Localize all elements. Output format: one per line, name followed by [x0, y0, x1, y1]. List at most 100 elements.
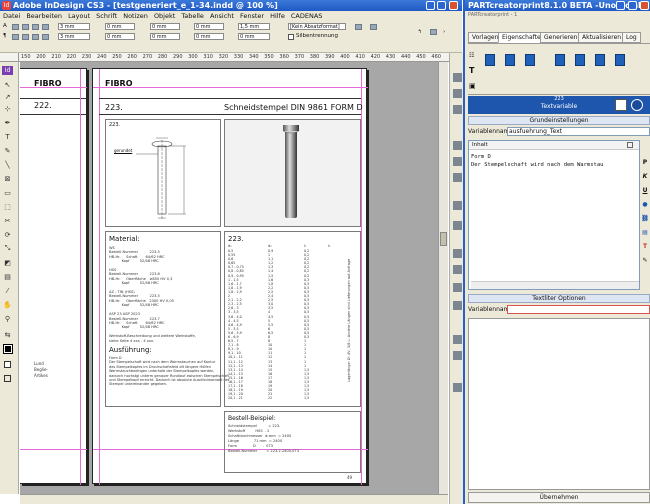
product-photo-frame[interactable]: [224, 119, 361, 227]
template-icon-6[interactable]: [595, 54, 605, 66]
x-field[interactable]: 3 mm: [58, 23, 90, 30]
tab-log[interactable]: Log: [622, 32, 641, 43]
p-format-icon[interactable]: P: [641, 158, 649, 166]
main-title-bar[interactable]: Adobe InDesign CS3 - [testgeneriert_e_1-…: [0, 0, 462, 11]
menu-objekt[interactable]: Objekt: [151, 12, 178, 20]
note-tool-icon[interactable]: ▤: [2, 272, 13, 281]
partcreator-minimize-icon[interactable]: [616, 1, 625, 10]
stroke-field[interactable]: 1,5 mm: [238, 23, 270, 30]
horizontal-ruler[interactable]: 150 200 210 220 230 240 250 260 270 280 290 300 310 3…: [19, 53, 449, 62]
justify-all-icon[interactable]: [32, 34, 39, 40]
text-options-header[interactable]: Textliter Optionen: [468, 294, 650, 303]
pages-panel-icon[interactable]: [453, 73, 462, 82]
text-wrap-panel-icon[interactable]: [453, 283, 462, 292]
space-after-field[interactable]: 0 mm: [194, 23, 224, 30]
line-tool-icon[interactable]: ╲: [2, 160, 13, 169]
text-tool-icon[interactable]: ☷: [469, 52, 474, 59]
ctl-a-icon[interactable]: A: [3, 23, 7, 29]
scroll-thumb[interactable]: [440, 232, 447, 246]
expand-icon[interactable]: [627, 142, 633, 148]
varname-input[interactable]: ausfuehrung_Text: [507, 127, 650, 136]
scripts-panel-icon[interactable]: [453, 383, 462, 392]
y-field[interactable]: 3 mm: [58, 33, 90, 40]
links-panel-icon[interactable]: [453, 89, 462, 98]
justify-left-icon[interactable]: [12, 34, 19, 40]
info-icon[interactable]: ●: [641, 200, 649, 208]
table-icon[interactable]: [615, 99, 627, 111]
swatches-panel-icon[interactable]: [453, 173, 462, 182]
apply-color-icon[interactable]: [2, 360, 13, 369]
space-field[interactable]: 0 mm: [150, 33, 180, 40]
pen-tool-icon[interactable]: ✒: [2, 118, 13, 127]
page-tool-icon[interactable]: Id: [2, 66, 13, 75]
menu-datei[interactable]: Datei: [0, 12, 23, 20]
eyedropper-tool-icon[interactable]: ⁄: [2, 286, 13, 295]
material-text-frame[interactable]: Material: WS Bestell-Nummer 223.5 HB-Hr. S…: [105, 231, 229, 407]
direct-selection-tool-icon[interactable]: ↗: [2, 92, 13, 101]
menu-schrift[interactable]: Schrift: [93, 12, 120, 20]
tags-panel-icon[interactable]: [453, 351, 462, 360]
circle-icon[interactable]: [631, 99, 643, 111]
rectangle-tool-icon[interactable]: ▭: [2, 188, 13, 197]
color-panel-icon[interactable]: [453, 157, 462, 166]
indent-field[interactable]: 0 mm: [150, 23, 180, 30]
basic-settings-header[interactable]: Grundeinstellungen: [468, 116, 650, 125]
effects-panel-icon[interactable]: [453, 221, 462, 230]
template-icon-4[interactable]: [555, 54, 565, 66]
underline-icon[interactable]: U: [641, 186, 649, 194]
stroke-panel-icon[interactable]: [453, 141, 462, 150]
h-field[interactable]: 0 mm: [105, 33, 135, 40]
align-left-icon[interactable]: [12, 24, 19, 30]
view-mode-icon[interactable]: [2, 374, 13, 383]
w-field[interactable]: 0 mm: [105, 23, 135, 30]
tab-generieren[interactable]: Generieren: [540, 32, 582, 43]
minimize-icon[interactable]: [426, 1, 435, 10]
content-box[interactable]: Inhalt Form D Der Stempelschaft wird nac…: [468, 140, 640, 290]
menu-hilfe[interactable]: Hilfe: [267, 12, 288, 20]
character-panel-icon[interactable]: [453, 249, 462, 258]
selection-tool-icon[interactable]: ↖: [2, 80, 13, 89]
zoom-tool-icon[interactable]: ⚲: [2, 314, 13, 323]
menu-fenster[interactable]: Fenster: [237, 12, 267, 20]
gradient-panel-icon[interactable]: [453, 201, 462, 210]
partcreator-maximize-icon[interactable]: [628, 1, 637, 10]
justify-icon[interactable]: [42, 24, 49, 30]
info-panel-icon[interactable]: [453, 335, 462, 344]
template-icon-5[interactable]: [575, 54, 585, 66]
menu-layout[interactable]: Layout: [65, 12, 93, 20]
tab-aktualisieren[interactable]: Aktualisieren: [578, 32, 626, 43]
menu-cadenas[interactable]: CADENAS: [288, 12, 326, 20]
gradient-tool-icon[interactable]: ◩: [2, 258, 13, 267]
varname2-input[interactable]: [507, 305, 650, 314]
ctl-paragraph-icon[interactable]: ¶: [3, 33, 7, 39]
hand-tool-icon[interactable]: ✋: [2, 300, 13, 309]
paragraph-style-select[interactable]: [Kein Absatzformat]: [288, 23, 346, 30]
align-panel-icon[interactable]: [453, 301, 462, 310]
hyphenation-checkbox[interactable]: [288, 34, 294, 40]
type-tool-icon[interactable]: T: [2, 132, 13, 141]
apply-button[interactable]: Übernehmen: [468, 492, 650, 503]
columns-icon[interactable]: [355, 24, 362, 30]
pencil-tool-icon[interactable]: ✎: [2, 146, 13, 155]
type-icon[interactable]: T: [469, 66, 474, 75]
button-tool-icon[interactable]: ⬚: [2, 202, 13, 211]
vertical-scrollbar[interactable]: [438, 62, 448, 494]
template-icon-2[interactable]: [505, 54, 515, 66]
layers-panel-icon[interactable]: [453, 105, 462, 114]
dimension-table-frame[interactable]: 223. d₁ d₂ l₁ l₂ 0,5 0,9 0,2 0,55 1 0,2 0,6 1,1 0,2 0…: [224, 231, 361, 407]
scissors-tool-icon[interactable]: ✂: [2, 216, 13, 225]
fill-stroke-icon[interactable]: [2, 343, 13, 354]
menu-bearbeiten[interactable]: Bearbeiten: [23, 12, 65, 20]
partcreator-close-icon[interactable]: [640, 1, 649, 10]
lightning-icon[interactable]: ϟ: [418, 29, 422, 35]
drop-cap-field[interactable]: 0 mm: [194, 33, 224, 40]
panel-menu-icon[interactable]: [430, 29, 437, 35]
grid-icon[interactable]: [370, 24, 377, 30]
ruler-origin[interactable]: [0, 53, 19, 62]
list-icon[interactable]: ▤: [641, 228, 649, 236]
horizontal-scrollbar[interactable]: [471, 281, 639, 289]
menu-notizen[interactable]: Notizen: [120, 12, 151, 20]
pencil-icon[interactable]: ✎: [641, 256, 649, 264]
align-center-icon[interactable]: [22, 24, 29, 30]
image-icon[interactable]: ▣: [469, 82, 476, 90]
